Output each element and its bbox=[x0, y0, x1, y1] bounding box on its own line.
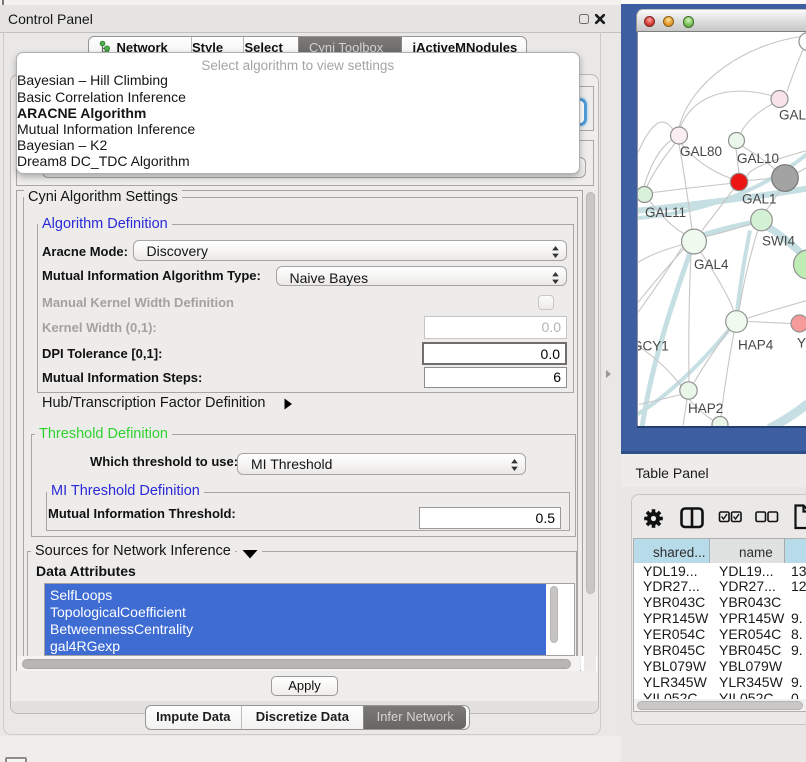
svg-text:GCY1: GCY1 bbox=[638, 338, 669, 353]
svg-text:HAP2: HAP2 bbox=[688, 401, 723, 416]
svg-text:GAL4: GAL4 bbox=[694, 257, 729, 272]
svg-text:HAP4: HAP4 bbox=[738, 337, 774, 352]
svg-text:Y: Y bbox=[797, 335, 806, 350]
svg-text:GAL7: GAL7 bbox=[779, 107, 806, 122]
svg-text:SWI4: SWI4 bbox=[762, 233, 795, 248]
svg-text:GAL10: GAL10 bbox=[737, 151, 779, 166]
svg-text:GAL11: GAL11 bbox=[645, 205, 686, 220]
svg-text:GAL80: GAL80 bbox=[680, 144, 722, 159]
svg-text:GAL1: GAL1 bbox=[742, 191, 777, 206]
